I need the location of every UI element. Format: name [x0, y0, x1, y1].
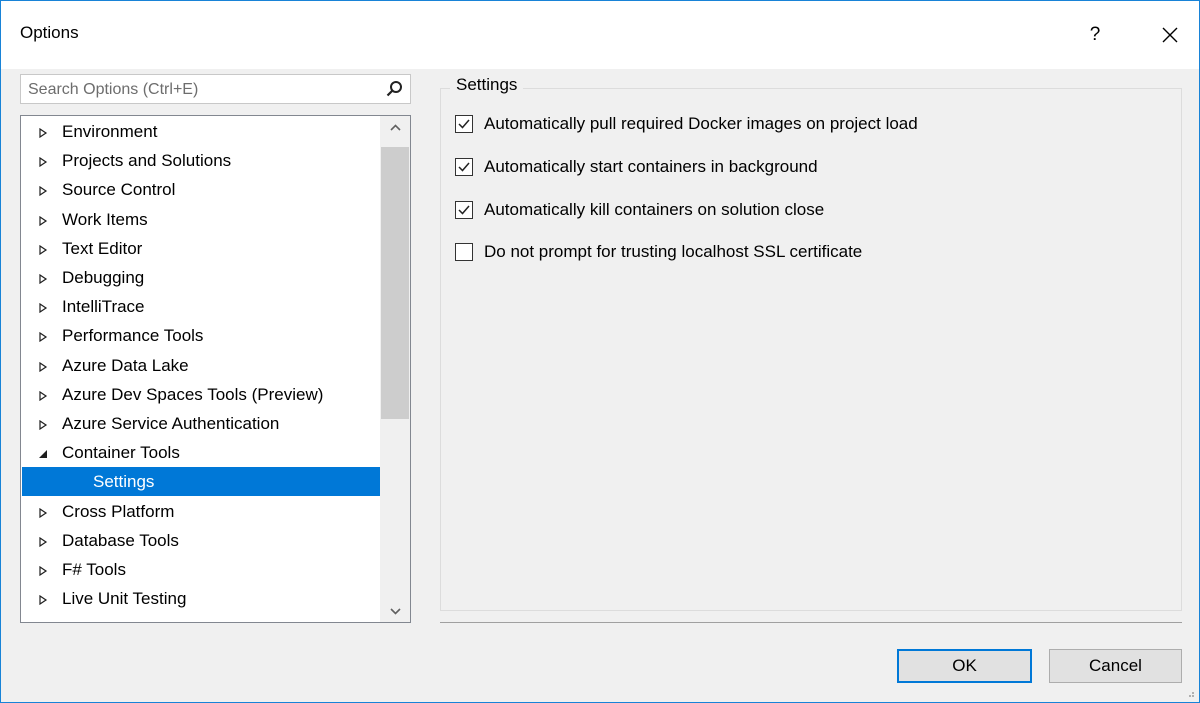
title-bar: Options ? [1, 1, 1199, 69]
tree-item-label: Live Unit Testing [62, 589, 187, 609]
tree-item[interactable]: Database Tools [22, 526, 380, 555]
collapsed-arrow-icon[interactable] [38, 117, 50, 146]
checkbox[interactable] [455, 201, 473, 219]
tree-item[interactable]: Environment [22, 117, 380, 146]
chevron-up-icon [390, 124, 401, 131]
collapsed-arrow-icon[interactable] [38, 409, 50, 438]
tree-item[interactable]: Azure Data Lake [22, 351, 380, 380]
scroll-thumb[interactable] [381, 147, 409, 419]
collapsed-arrow-icon[interactable] [38, 497, 50, 526]
search-icon[interactable] [385, 80, 403, 98]
collapsed-arrow-icon[interactable] [38, 584, 50, 613]
collapsed-arrow-icon[interactable] [38, 555, 50, 584]
tree-item-label: Projects and Solutions [62, 151, 232, 171]
settings-group-title: Settings [450, 75, 524, 95]
tree-item-label: Environment [62, 122, 158, 141]
collapsed-arrow-icon[interactable] [38, 526, 50, 555]
setting-option-label: Automatically kill containers on solutio… [484, 200, 825, 219]
expanded-arrow-icon[interactable] [38, 438, 50, 467]
tree-item-label: Source Control [62, 180, 176, 200]
collapsed-arrow-icon[interactable] [38, 351, 50, 380]
tree-item-label: Container Tools [62, 443, 180, 463]
collapsed-arrow-icon[interactable] [38, 292, 50, 321]
tree-item-partial [22, 613, 380, 622]
collapsed-arrow-icon[interactable] [38, 263, 50, 292]
tree-item-label: Database Tools [62, 530, 179, 550]
options-tree[interactable]: Environment Projects and Solutions Source … [20, 115, 411, 623]
setting-option-label: Automatically start containers in backgr… [484, 157, 818, 176]
resize-grip-icon[interactable] [1185, 688, 1195, 698]
tree-item[interactable]: Live Unit Testing [22, 584, 380, 613]
checkbox[interactable] [455, 115, 473, 133]
tree-item[interactable]: Work Items [22, 205, 380, 234]
scroll-down-button[interactable] [380, 600, 410, 622]
tree-item[interactable]: Debugging [22, 263, 380, 292]
tree-item-label: Azure Service Authentication [62, 414, 280, 433]
collapsed-arrow-icon[interactable] [38, 321, 50, 350]
window-title: Options [20, 23, 79, 42]
tree-scrollbar[interactable] [380, 116, 410, 622]
help-button[interactable]: ? [1075, 15, 1115, 55]
ok-button[interactable]: OK [897, 649, 1032, 683]
tree-item-label: Cross Platform [62, 501, 175, 521]
close-button[interactable] [1151, 15, 1191, 55]
tree-item[interactable]: Text Editor [22, 234, 380, 263]
setting-option-label: Do not prompt for trusting localhost SSL… [484, 242, 863, 261]
tree-item[interactable]: Source Control [22, 175, 380, 204]
collapsed-arrow-icon[interactable] [38, 146, 50, 175]
collapsed-arrow-icon[interactable] [38, 234, 50, 263]
tree-item-label: IntelliTrace [62, 297, 145, 317]
tree-item-label: Debugging [62, 268, 145, 287]
tree-item[interactable]: F# Tools [22, 555, 380, 584]
close-icon [1162, 27, 1178, 43]
tree-item-label: Azure Dev Spaces Tools (Preview) [62, 384, 324, 404]
tree-item[interactable]: Azure Dev Spaces Tools (Preview) [22, 380, 380, 409]
tree-item-label: Performance Tools [62, 326, 204, 346]
scroll-up-button[interactable] [380, 116, 410, 138]
collapsed-arrow-icon[interactable] [38, 380, 50, 409]
tree-item[interactable]: Azure Service Authentication [22, 409, 380, 438]
chevron-down-icon [390, 608, 401, 615]
tree-item-label: Settings [93, 472, 155, 492]
options-dialog: Options ? Search Options (Ctrl+E) Enviro… [0, 0, 1200, 703]
divider [440, 622, 1182, 623]
tree-item[interactable]: Settings [22, 467, 380, 497]
tree-item-label: Text Editor [62, 238, 143, 258]
collapsed-arrow-icon[interactable] [38, 205, 50, 234]
search-placeholder: Search Options (Ctrl+E) [28, 81, 199, 98]
tree-item[interactable]: IntelliTrace [22, 292, 380, 321]
checkmark-icon [458, 119, 470, 129]
checkmark-icon [458, 205, 470, 215]
tree-item[interactable]: Cross Platform [22, 497, 380, 526]
setting-option-label: Automatically pull required Docker image… [484, 114, 918, 133]
collapsed-arrow-icon[interactable] [38, 175, 50, 204]
tree-item[interactable]: Performance Tools [22, 321, 380, 350]
tree-item[interactable]: Projects and Solutions [22, 146, 380, 175]
checkbox[interactable] [455, 158, 473, 176]
checkbox[interactable] [455, 243, 473, 261]
tree-item-label: Azure Data Lake [62, 355, 189, 375]
tree-item[interactable]: Container Tools [22, 438, 380, 467]
search-input[interactable]: Search Options (Ctrl+E) [20, 74, 411, 104]
checkmark-icon [458, 162, 470, 172]
tree-item-label: F# Tools [62, 560, 126, 579]
cancel-button[interactable]: Cancel [1049, 649, 1182, 683]
tree-item-label: Work Items [62, 209, 148, 229]
